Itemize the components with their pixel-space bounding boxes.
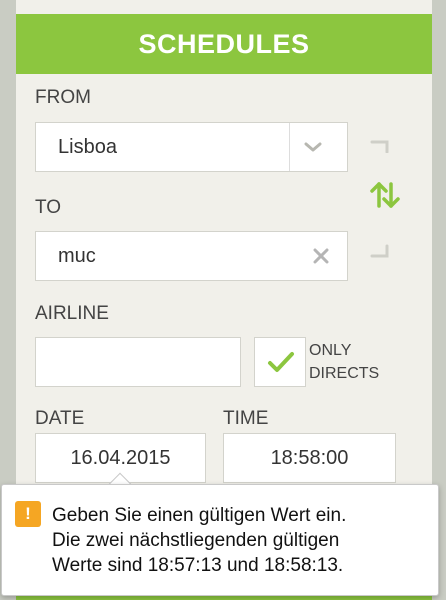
airline-label: AIRLINE [35, 303, 109, 324]
divider [289, 123, 290, 171]
bottom-bar [16, 596, 432, 600]
time-input[interactable]: 18:58:00 [223, 433, 396, 483]
only-directs-checkbox[interactable] [254, 337, 306, 387]
validation-line-1: Geben Sie einen gültigen Wert ein. [52, 505, 347, 526]
validation-line-3: Werte sind 18:57:13 und 18:58:13. [52, 555, 344, 576]
date-label: DATE [35, 408, 85, 429]
to-value: muc [58, 245, 96, 267]
to-input[interactable]: muc [35, 231, 348, 281]
from-select[interactable]: Lisboa [35, 122, 348, 172]
chevron-down-icon[interactable] [304, 141, 322, 153]
route-bracket-top-icon [370, 140, 389, 153]
from-label: FROM [35, 87, 91, 108]
only-directs-label: ONLY DIRECTS [309, 339, 379, 385]
to-label: TO [35, 197, 62, 218]
time-label: TIME [223, 408, 269, 429]
swap-arrows-icon[interactable] [368, 180, 402, 210]
route-bracket-bottom-icon [370, 244, 389, 258]
from-value: Lisboa [58, 136, 117, 158]
validation-tooltip: ! Geben Sie einen gültigen Wert ein. Die… [1, 484, 439, 596]
close-icon[interactable] [313, 248, 329, 264]
only-directs-line1: ONLY [309, 342, 352, 359]
validation-message: Geben Sie einen gültigen Wert ein. Die z… [52, 503, 432, 578]
only-directs-line2: DIRECTS [309, 365, 380, 382]
airline-input[interactable] [35, 337, 241, 387]
page-title: SCHEDULES [16, 14, 432, 74]
checkmark-icon [268, 352, 294, 372]
warning-icon: ! [15, 501, 41, 527]
validation-line-2: Die zwei nächstliegenden gültigen [52, 530, 340, 551]
